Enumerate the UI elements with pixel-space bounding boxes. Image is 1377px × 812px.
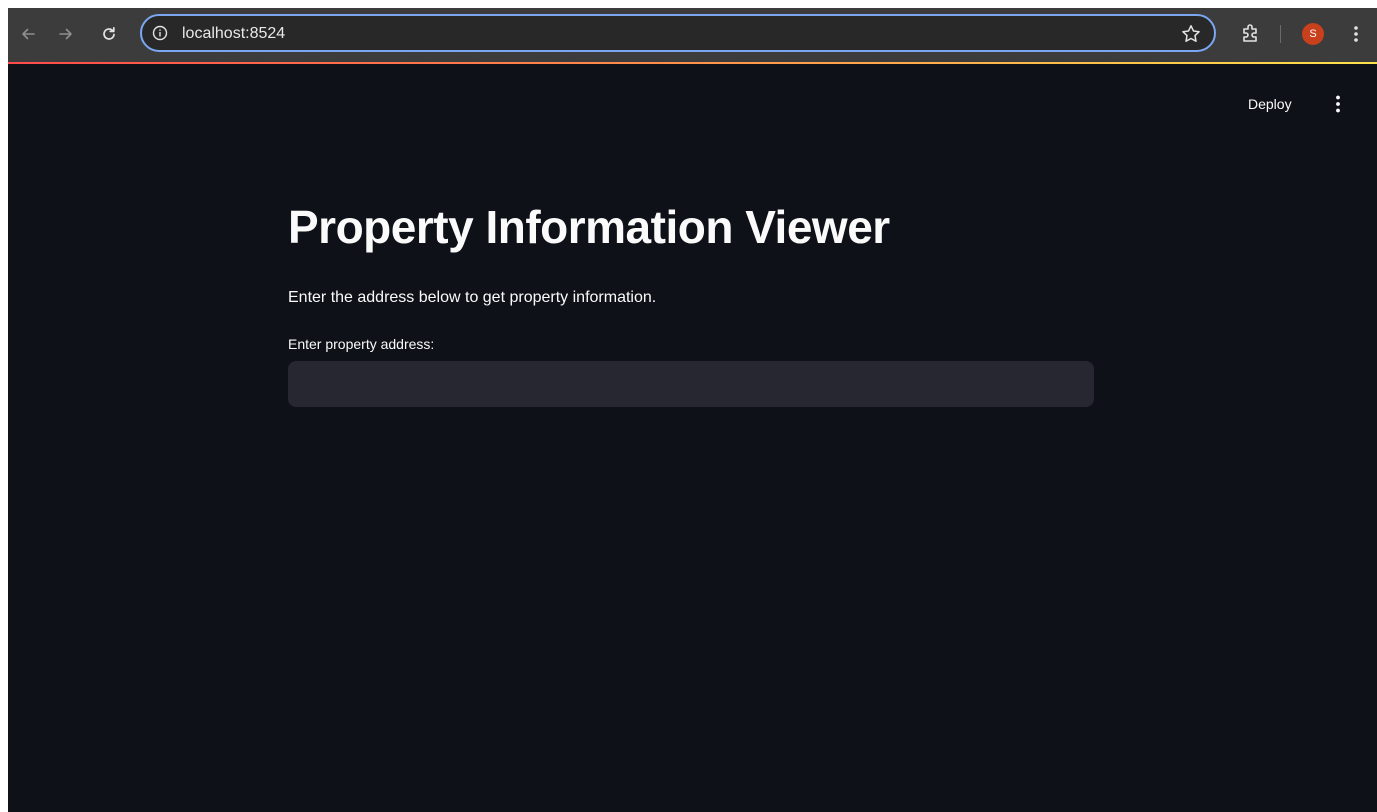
address-bar[interactable]: localhost:8524 bbox=[140, 14, 1216, 52]
arrow-right-icon bbox=[59, 28, 72, 40]
bookmark-star-icon[interactable] bbox=[1180, 23, 1202, 45]
profile-avatar[interactable]: S bbox=[1302, 23, 1324, 45]
main-content: Property Information Viewer Enter the ad… bbox=[288, 198, 1094, 407]
address-label: Enter property address: bbox=[288, 336, 435, 352]
app-top-accent-bar bbox=[8, 62, 1377, 64]
reload-icon bbox=[103, 26, 115, 40]
browser-toolbar: localhost:8524 S bbox=[8, 8, 1377, 62]
left-edge bbox=[0, 0, 8, 812]
screen: localhost:8524 S Deploy Property Informa… bbox=[0, 0, 1377, 812]
page-description: Enter the address below to get property … bbox=[288, 289, 657, 306]
url-text[interactable]: localhost:8524 bbox=[182, 24, 285, 44]
forward-button[interactable] bbox=[53, 21, 79, 47]
info-icon[interactable] bbox=[152, 25, 168, 41]
page-title: Property Information Viewer bbox=[288, 201, 890, 253]
deploy-button[interactable]: Deploy bbox=[1248, 92, 1292, 116]
address-input[interactable] bbox=[288, 361, 1094, 407]
top-edge bbox=[0, 0, 1377, 8]
arrow-left-icon bbox=[22, 28, 35, 40]
browser-window: localhost:8524 S Deploy Property Informa… bbox=[8, 8, 1377, 812]
app-menu-icon[interactable] bbox=[1328, 92, 1348, 116]
extensions-puzzle-icon[interactable] bbox=[1240, 22, 1262, 44]
toolbar-divider bbox=[1280, 25, 1281, 43]
back-button[interactable] bbox=[15, 21, 41, 47]
reload-button[interactable] bbox=[96, 21, 122, 47]
more-vertical-icon[interactable] bbox=[1346, 23, 1366, 45]
